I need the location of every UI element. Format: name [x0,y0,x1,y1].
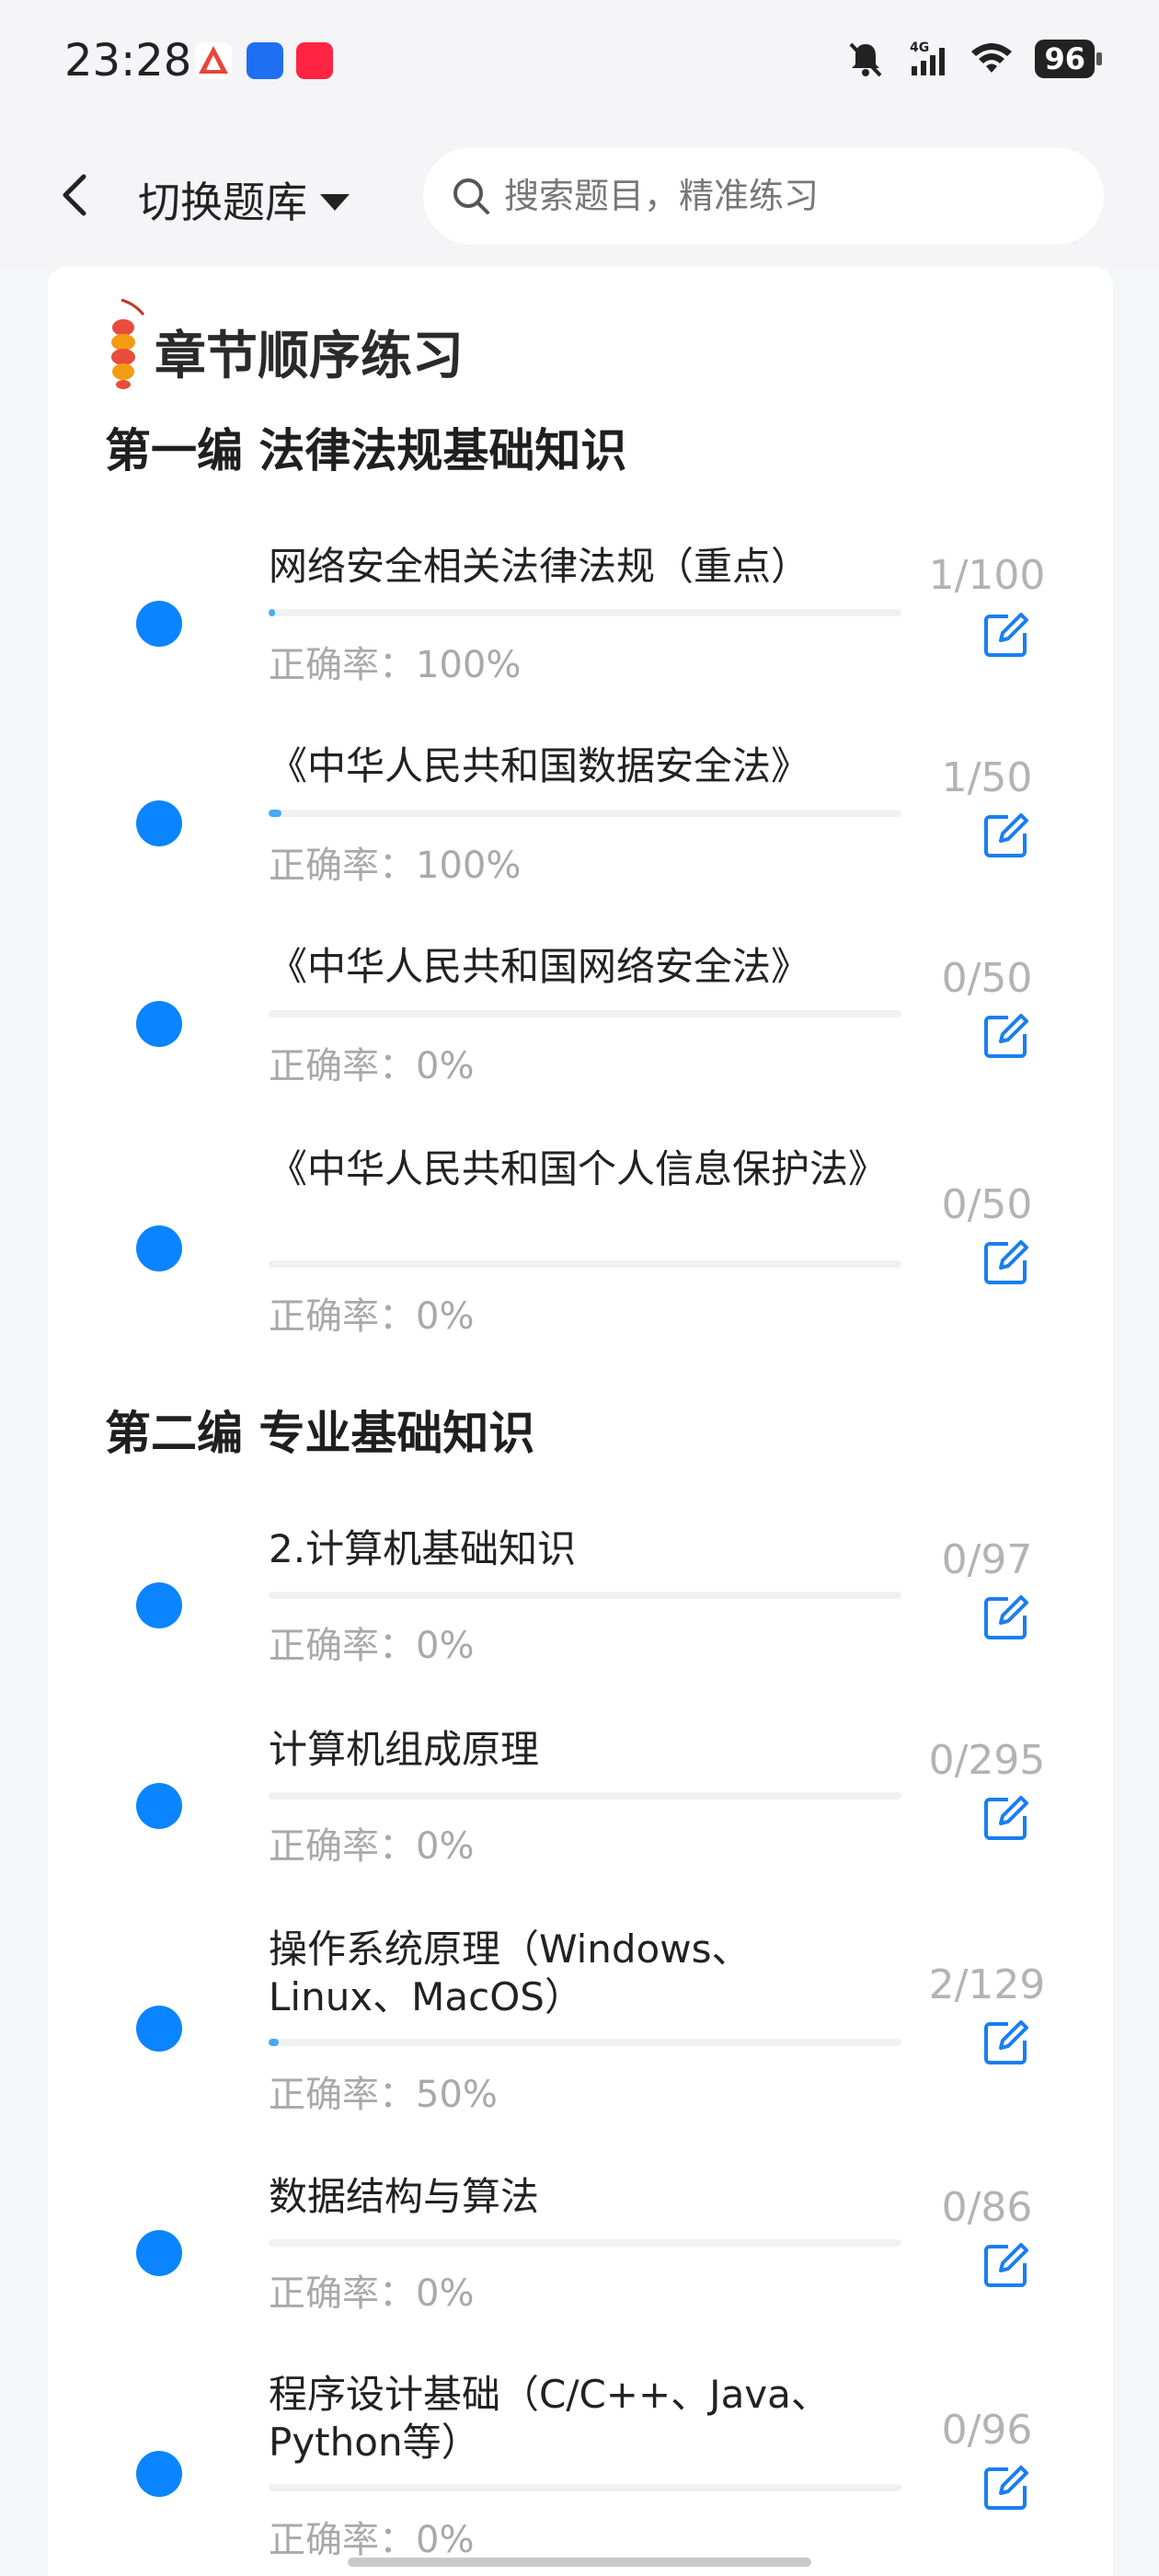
accuracy-text: 正确率：0% [269,1625,475,1667]
chapter-title: 《中华人民共和国个人信息保护法》 [269,1146,888,1191]
chapter-title: 《中华人民共和国网络安全法》 [269,944,810,989]
status-dot [136,601,182,647]
edit-icon[interactable] [981,1010,1032,1062]
bank-switch-label: 切换题库 [138,178,307,227]
question-count: 1/50 [941,754,1033,801]
edit-icon[interactable] [981,609,1032,661]
progress-bar [269,1010,901,1018]
search-icon [453,178,489,214]
accuracy-text: 正确率：0% [269,1045,475,1087]
chapter-item[interactable]: 网络安全相关法律法规（重点） 正确率：100% 1/100 [48,543,1113,718]
chapter-title: 2.计算机基础知识 [269,1526,577,1571]
progress-bar [269,2039,901,2046]
edit-icon[interactable] [981,1792,1032,1844]
accuracy-text: 正确率：0% [269,2272,475,2315]
firecracker-icon [111,298,145,389]
status-dot [136,1225,182,1271]
home-indicator[interactable] [348,2558,811,2567]
accuracy-text: 正确率：50% [269,2074,498,2116]
progress-fill [269,810,281,817]
question-count: 1/100 [928,552,1046,599]
accuracy-text: 正确率：0% [269,2519,475,2561]
status-dot [136,2006,182,2052]
question-count: 0/50 [941,955,1033,1002]
progress-bar [269,2484,901,2491]
progress-bar [269,1792,901,1800]
progress-bar [269,1592,901,1599]
chapter-title: 数据结构与算法 [269,2174,540,2219]
status-bar: 23:28 4G 96 [0,0,1159,129]
status-dot [136,2230,182,2276]
question-count: 0/97 [941,1536,1033,1583]
chapter-title: 《中华人民共和国数据安全法》 [269,743,810,788]
status-dot [136,1582,182,1628]
question-count: 0/86 [941,2184,1033,2231]
chapter-item[interactable]: 2.计算机基础知识 正确率：0% 0/97 [48,1525,1113,1700]
status-dot [136,2451,182,2497]
chevron-left-icon [63,174,86,216]
app-notification-icon [296,42,333,79]
progress-bar [269,1260,901,1268]
part-title: 第一编 法律法规基础知识 [105,414,627,480]
chapter-item[interactable]: 数据结构与算法 正确率：0% 0/86 [48,2173,1113,2348]
chapter-title: 计算机组成原理 [269,1727,540,1772]
section-title: 章节顺序练习 [103,298,464,390]
question-bank-switch[interactable]: 切换题库 [138,169,350,230]
app-notification-icon [247,42,283,79]
top-nav: 切换题库 [0,129,1159,267]
search-input[interactable] [504,176,1074,216]
progress-bar [269,2239,901,2247]
progress-bar [269,810,901,817]
accuracy-text: 正确率：0% [269,1295,475,1338]
chapter-title: 网络安全相关法律法规（重点） [269,544,810,589]
status-indicators: 4G 96 [845,39,1102,79]
part-title: 第二编 专业基础知识 [105,1397,535,1463]
back-button[interactable] [51,167,106,223]
edit-icon[interactable] [981,2239,1032,2291]
status-dot [136,800,182,846]
part-title-text: 第一编 法律法规基础知识 [105,424,627,477]
search-bar[interactable] [423,147,1104,245]
chapter-item[interactable]: 程序设计基础（C/C++、Java、Python等） 正确率：0% 0/96 [48,2372,1113,2576]
edit-icon[interactable] [981,810,1032,861]
chapter-item[interactable]: 《中华人民共和国网络安全法》 正确率：0% 0/50 [48,944,1113,1121]
question-count: 0/50 [941,1181,1033,1228]
progress-fill [269,2039,279,2046]
app-notification-icon [195,42,232,79]
chapter-title: 程序设计基础（C/C++、Java、Python等） [269,2372,830,2465]
chapter-practice-card: 章节顺序练习 第一编 法律法规基础知识 网络安全相关法律法规（重点） 正确率：1… [48,267,1113,2576]
status-dot [136,1783,182,1829]
part-title-text: 第二编 专业基础知识 [105,1407,535,1460]
accuracy-text: 正确率：0% [269,1825,475,1868]
edit-icon[interactable] [981,1592,1032,1643]
status-time: 23:28 [64,35,192,86]
chapter-item[interactable]: 《中华人民共和国数据安全法》 正确率：100% 1/50 [48,743,1113,920]
signal-label: 4G [910,40,929,55]
caret-down-icon [320,194,350,211]
question-count: 0/295 [928,1737,1046,1784]
cellular-signal-icon: 4G [910,40,946,75]
progress-bar [269,609,901,616]
battery-indicator: 96 [1035,40,1102,78]
chapter-item[interactable]: 计算机组成原理 正确率：0% 0/295 [48,1726,1113,1901]
accuracy-text: 正确率：100% [269,845,522,887]
accuracy-text: 正确率：100% [269,644,522,686]
edit-icon[interactable] [981,1236,1032,1288]
question-count: 2/129 [928,1961,1046,2008]
edit-icon[interactable] [981,2462,1032,2513]
question-count: 0/96 [941,2407,1033,2454]
chapter-item[interactable]: 《中华人民共和国个人信息保护法》 正确率：0% 0/50 [48,1146,1113,1360]
progress-fill [269,609,275,616]
section-title-text: 章节顺序练习 [155,326,464,386]
wifi-icon [971,43,1013,73]
chapter-title: 操作系统原理（Windows、Linux、MacOS） [269,1926,751,2019]
mute-bell-icon [850,42,882,77]
edit-icon[interactable] [981,2017,1032,2068]
chapter-item[interactable]: 操作系统原理（Windows、Linux、MacOS） 正确率：50% 2/12… [48,1926,1113,2140]
status-dot [136,1001,182,1047]
